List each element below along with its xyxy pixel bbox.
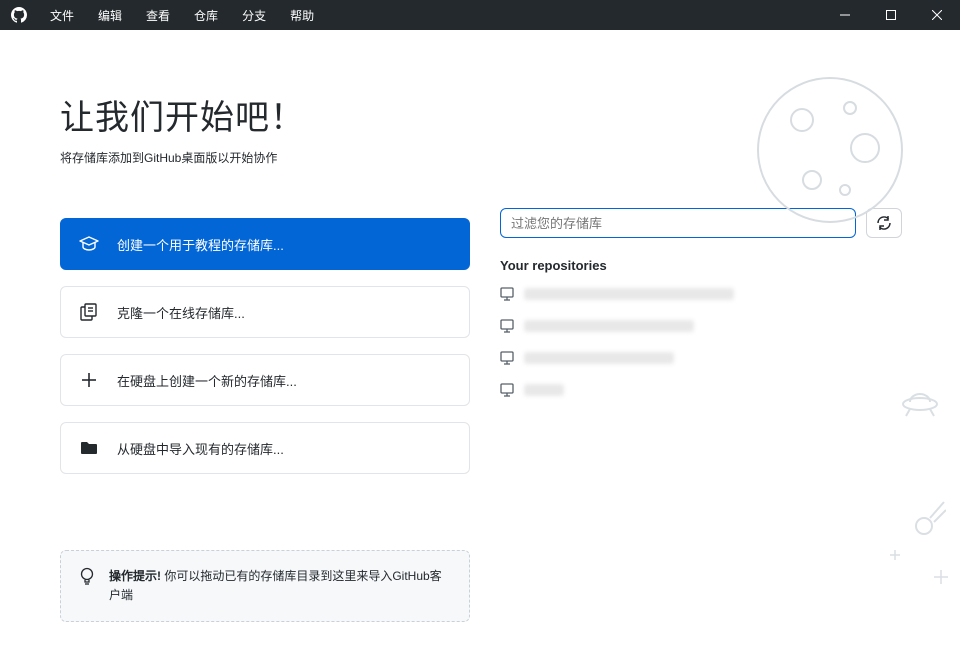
- repos-heading: Your repositories: [500, 258, 902, 273]
- create-new-repo-button[interactable]: 在硬盘上创建一个新的存储库...: [60, 354, 470, 406]
- ufo-icon: [900, 382, 940, 418]
- repo-list: [500, 283, 902, 401]
- github-logo-icon: [0, 7, 38, 23]
- pro-tip-box: 操作提示! 你可以拖动已有的存储库目录到这里来导入GitHub客户端: [60, 550, 470, 622]
- desktop-icon: [500, 319, 514, 333]
- repo-name-redacted: [524, 352, 674, 364]
- lightbulb-icon: [79, 567, 95, 605]
- repo-name-redacted: [524, 288, 734, 300]
- repo-item[interactable]: [500, 347, 902, 369]
- action-label: 创建一个用于教程的存储库...: [117, 235, 284, 254]
- menu-repository[interactable]: 仓库: [182, 7, 230, 24]
- mortarboard-icon: [79, 236, 99, 252]
- plus-icon: [79, 372, 99, 388]
- maximize-button[interactable]: [868, 0, 914, 30]
- desktop-icon: [500, 351, 514, 365]
- app-menu: 文件 编辑 查看 仓库 分支 帮助: [38, 7, 326, 24]
- desktop-icon: [500, 287, 514, 301]
- tip-text: 操作提示! 你可以拖动已有的存储库目录到这里来导入GitHub客户端: [109, 567, 451, 605]
- action-label: 克隆一个在线存储库...: [117, 303, 245, 322]
- star-icon: [890, 550, 900, 560]
- repo-name-redacted: [524, 384, 564, 396]
- action-label: 在硬盘上创建一个新的存储库...: [117, 371, 297, 390]
- star-icon: [934, 570, 948, 584]
- page-subtitle: 将存储库添加到GitHub桌面版以开始协作: [60, 149, 470, 166]
- menu-help[interactable]: 帮助: [278, 7, 326, 24]
- repo-name-redacted: [524, 320, 694, 332]
- comet-icon: [910, 498, 946, 538]
- repo-item[interactable]: [500, 315, 902, 337]
- minimize-button[interactable]: [822, 0, 868, 30]
- page-title: 让我们开始吧！: [60, 90, 470, 139]
- menu-view[interactable]: 查看: [134, 7, 182, 24]
- menu-edit[interactable]: 编辑: [86, 7, 134, 24]
- moon-illustration-icon: [750, 70, 910, 230]
- folder-icon: [79, 441, 99, 455]
- clone-repo-button[interactable]: 克隆一个在线存储库...: [60, 286, 470, 338]
- repo-item[interactable]: [500, 283, 902, 305]
- menu-file[interactable]: 文件: [38, 7, 86, 24]
- close-button[interactable]: [914, 0, 960, 30]
- clone-icon: [79, 303, 99, 321]
- desktop-icon: [500, 383, 514, 397]
- create-tutorial-repo-button[interactable]: 创建一个用于教程的存储库...: [60, 218, 470, 270]
- menu-branch[interactable]: 分支: [230, 7, 278, 24]
- action-label: 从硬盘中导入现有的存储库...: [117, 439, 284, 458]
- repo-item[interactable]: [500, 379, 902, 401]
- window-controls: [822, 0, 960, 30]
- titlebar: 文件 编辑 查看 仓库 分支 帮助: [0, 0, 960, 30]
- add-existing-repo-button[interactable]: 从硬盘中导入现有的存储库...: [60, 422, 470, 474]
